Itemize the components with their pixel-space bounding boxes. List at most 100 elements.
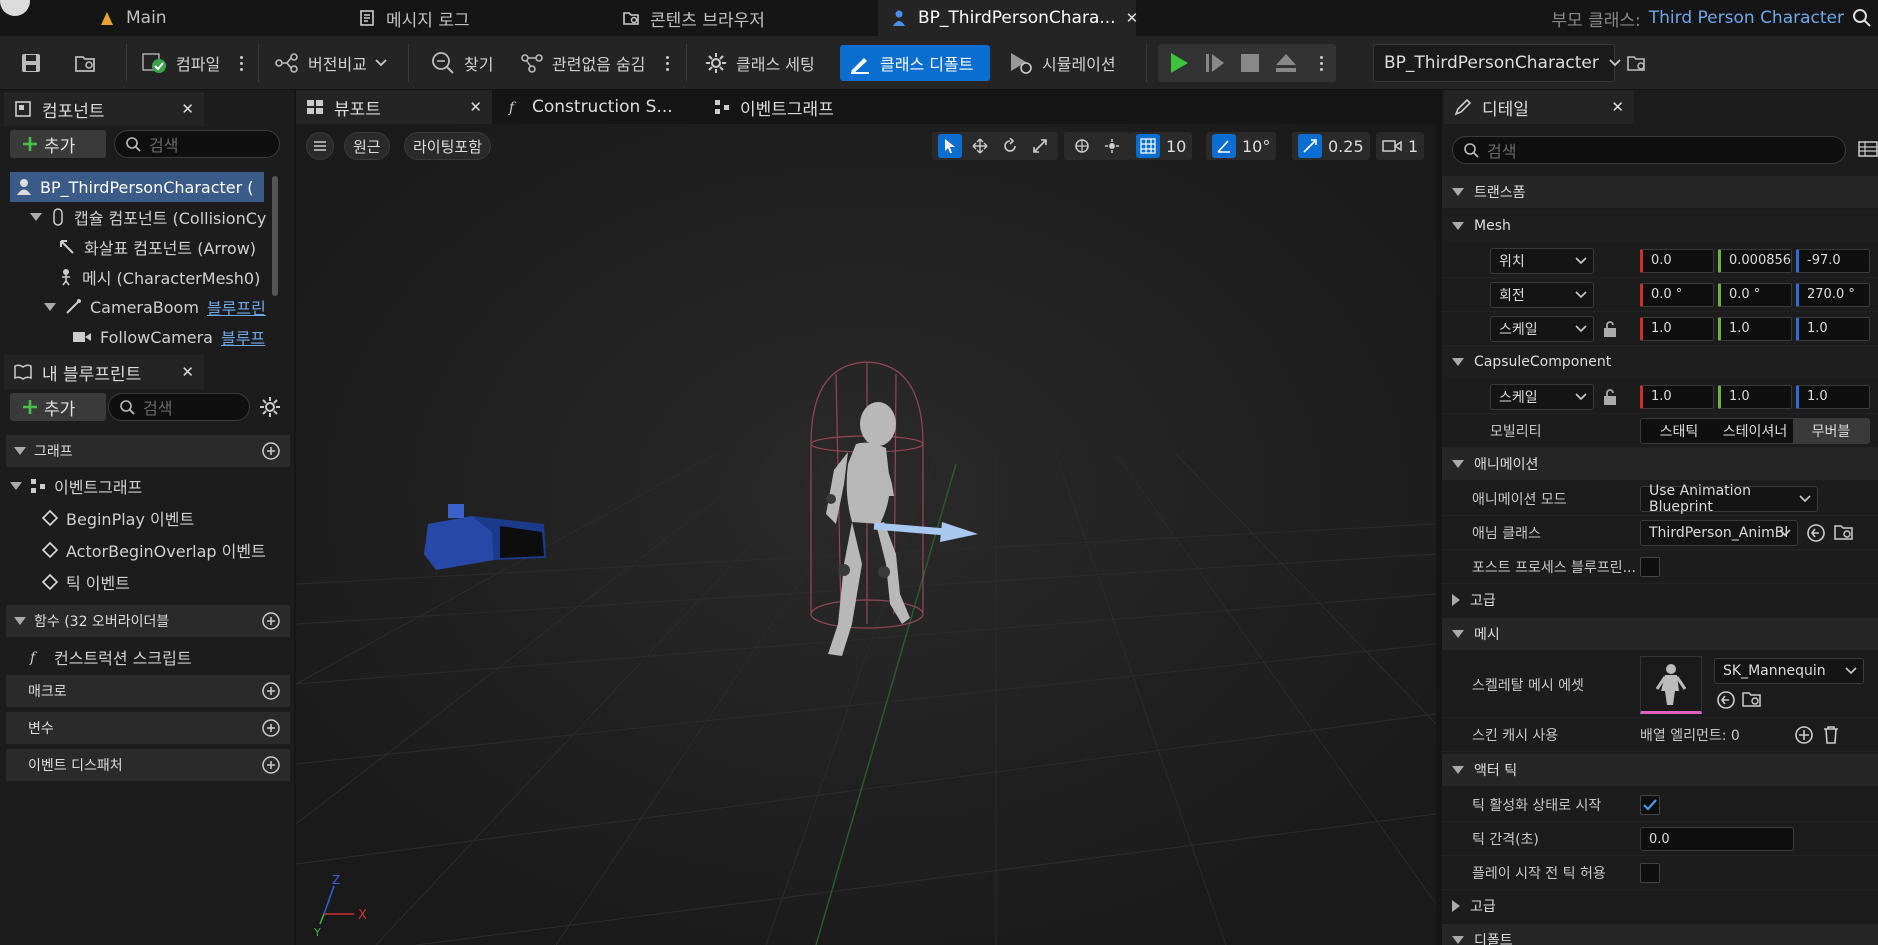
blueprint-search-input[interactable]: 검색 (108, 393, 250, 421)
close-icon[interactable]: ✕ (469, 98, 482, 116)
mobility-static[interactable]: 스태틱 (1641, 419, 1717, 443)
tree-item-root[interactable]: BP_ThirdPersonCharacter ( (10, 172, 264, 202)
advanced-expander-2[interactable]: 고급 (1442, 890, 1878, 922)
play-options-icon[interactable] (1316, 45, 1326, 81)
rotation-z[interactable]: 270.0 ° (1796, 282, 1870, 307)
add-circle-icon[interactable] (1794, 725, 1814, 745)
use-selected-icon[interactable] (1806, 523, 1826, 543)
event-item[interactable]: 틱 이벤트 (42, 567, 130, 597)
transform-section[interactable]: 트랜스폼 (1442, 176, 1878, 208)
capsule-scale-dropdown[interactable]: 스케일 (1490, 383, 1594, 410)
location-x[interactable]: 0.0 (1640, 248, 1714, 273)
search-icon[interactable] (1852, 8, 1872, 28)
add-member-button[interactable]: 추가 (10, 393, 106, 421)
tab-viewport[interactable]: 뷰포트 ✕ (296, 90, 492, 124)
location-dropdown[interactable]: 위치 (1490, 247, 1594, 274)
details-search-input[interactable]: 검색 (1452, 136, 1846, 164)
find-button[interactable]: 찾기 (422, 45, 501, 81)
parent-class-link[interactable]: Third Person Character (1649, 8, 1844, 28)
select-icon[interactable] (938, 134, 962, 158)
browse-button[interactable] (66, 45, 106, 81)
scale-y[interactable]: 1.0 (1718, 316, 1792, 341)
hide-unrelated-button[interactable]: 관련없음 숨김 (512, 45, 653, 81)
add-circle-icon[interactable] (262, 756, 280, 774)
details-tab[interactable]: 디테일 ✕ (1444, 90, 1634, 124)
scale-snap-icon[interactable] (1298, 134, 1322, 158)
tree-item-followcamera[interactable]: FollowCamera 블루프 (72, 322, 268, 352)
scrollbar[interactable] (272, 176, 278, 296)
diff-button[interactable]: 버전비교 (266, 45, 395, 81)
unreal-logo[interactable] (0, 0, 30, 16)
class-defaults-button[interactable]: 클래스 디폴트 (840, 45, 990, 81)
mesh-thumbnail[interactable] (1640, 656, 1702, 714)
scale-z[interactable]: 1.0 (1796, 316, 1870, 341)
capsule-scale-z[interactable]: 1.0 (1796, 384, 1870, 409)
scale-icon[interactable] (1028, 134, 1052, 158)
anim-mode-dropdown[interactable]: Use Animation Blueprint (1640, 483, 1818, 515)
viewport-menu-button[interactable] (306, 132, 334, 160)
close-icon[interactable]: ✕ (1611, 98, 1624, 116)
save-button[interactable] (12, 45, 50, 81)
add-circle-icon[interactable] (262, 442, 280, 460)
play-icon[interactable] (1168, 52, 1190, 74)
use-selected-icon[interactable] (1716, 690, 1736, 710)
simulation-button[interactable]: 시뮬레이션 (1000, 45, 1124, 81)
event-item[interactable]: BeginPlay 이벤트 (42, 503, 194, 533)
browse-icon[interactable] (1742, 690, 1762, 708)
macros-section[interactable]: 매크로 (6, 675, 290, 707)
scale-snap-group[interactable]: 0.25 (1292, 132, 1370, 160)
mobility-stationary[interactable]: 스테이셔너 (1717, 419, 1793, 443)
start-tick-checkbox[interactable] (1640, 795, 1660, 815)
expand-icon[interactable] (30, 213, 42, 221)
add-circle-icon[interactable] (262, 719, 280, 737)
tree-item-cameraboom[interactable]: CameraBoom 블루프린 (44, 292, 268, 322)
edit-blueprint-link[interactable]: 블루프 (221, 325, 265, 349)
tree-item-arrow[interactable]: 화살표 컴포넌트 (Arrow) (58, 232, 268, 262)
edit-blueprint-link[interactable]: 블루프린 (207, 295, 266, 319)
variables-section[interactable]: 변수 (6, 712, 290, 744)
rotation-x[interactable]: 0.0 ° (1640, 282, 1714, 307)
tab-message-log[interactable]: 메시지 로그 (346, 0, 606, 36)
rotation-y[interactable]: 0.0 ° (1718, 282, 1792, 307)
mobility-movable[interactable]: 무버블 (1793, 418, 1869, 443)
world-icon[interactable] (1070, 134, 1094, 158)
tab-eventgraph[interactable]: 이벤트그래프 (704, 90, 904, 124)
add-component-button[interactable]: 추가 (10, 130, 106, 158)
capsule-scale-x[interactable]: 1.0 (1640, 384, 1714, 409)
compile-options-icon[interactable] (236, 45, 246, 81)
rotate-icon[interactable] (998, 134, 1022, 158)
my-blueprint-tab[interactable]: 내 블루프린트 ✕ (4, 355, 204, 389)
tick-before-play-checkbox[interactable] (1640, 863, 1660, 883)
debug-object-select[interactable]: BP_ThirdPersonCharacter (1373, 44, 1621, 82)
tab-main[interactable]: Main (86, 0, 336, 36)
add-circle-icon[interactable] (262, 682, 280, 700)
lock-icon[interactable] (1602, 320, 1618, 338)
tab-construction[interactable]: f Construction S... (498, 90, 698, 124)
event-item[interactable]: ActorBeginOverlap 이벤트 (42, 535, 266, 565)
class-settings-button[interactable]: 클래스 세팅 (696, 45, 823, 81)
expand-icon[interactable] (44, 303, 56, 311)
browse-icon[interactable] (1834, 523, 1854, 541)
tab-content-browser[interactable]: 콘텐츠 브라우저 (610, 0, 870, 36)
camera-speed-group[interactable]: 1 (1376, 132, 1425, 160)
defaults-section[interactable]: 디폴트 (1442, 924, 1878, 945)
grid-snap-group[interactable]: 10 (1130, 132, 1193, 160)
anim-class-dropdown[interactable]: ThirdPerson_AnimBl (1640, 519, 1798, 546)
angle-icon[interactable] (1212, 134, 1236, 158)
debug-browse-icon[interactable] (1626, 53, 1648, 73)
tree-item-capsule[interactable]: 캡슐 컴포넌트 (CollisionCy (30, 202, 266, 232)
step-icon[interactable] (1204, 52, 1226, 74)
location-z[interactable]: -97.0 (1796, 248, 1870, 273)
components-search-input[interactable]: 검색 (114, 130, 280, 158)
stop-icon[interactable] (1240, 53, 1260, 73)
capsule-scale-y[interactable]: 1.0 (1718, 384, 1792, 409)
add-circle-icon[interactable] (262, 612, 280, 630)
surface-snap-icon[interactable] (1100, 134, 1124, 158)
advanced-expander[interactable]: 고급 (1442, 584, 1878, 616)
location-y[interactable]: 0.000856 (1718, 248, 1792, 273)
viewport[interactable]: X Z Y 원근 라이팅포함 10 10° 0.25 1 (296, 124, 1436, 945)
rotation-dropdown[interactable]: 회전 (1490, 281, 1594, 308)
animation-section[interactable]: 애니메이션 (1442, 448, 1878, 480)
mesh-section[interactable]: 메시 (1442, 618, 1878, 650)
perspective-button[interactable]: 원근 (344, 132, 390, 160)
